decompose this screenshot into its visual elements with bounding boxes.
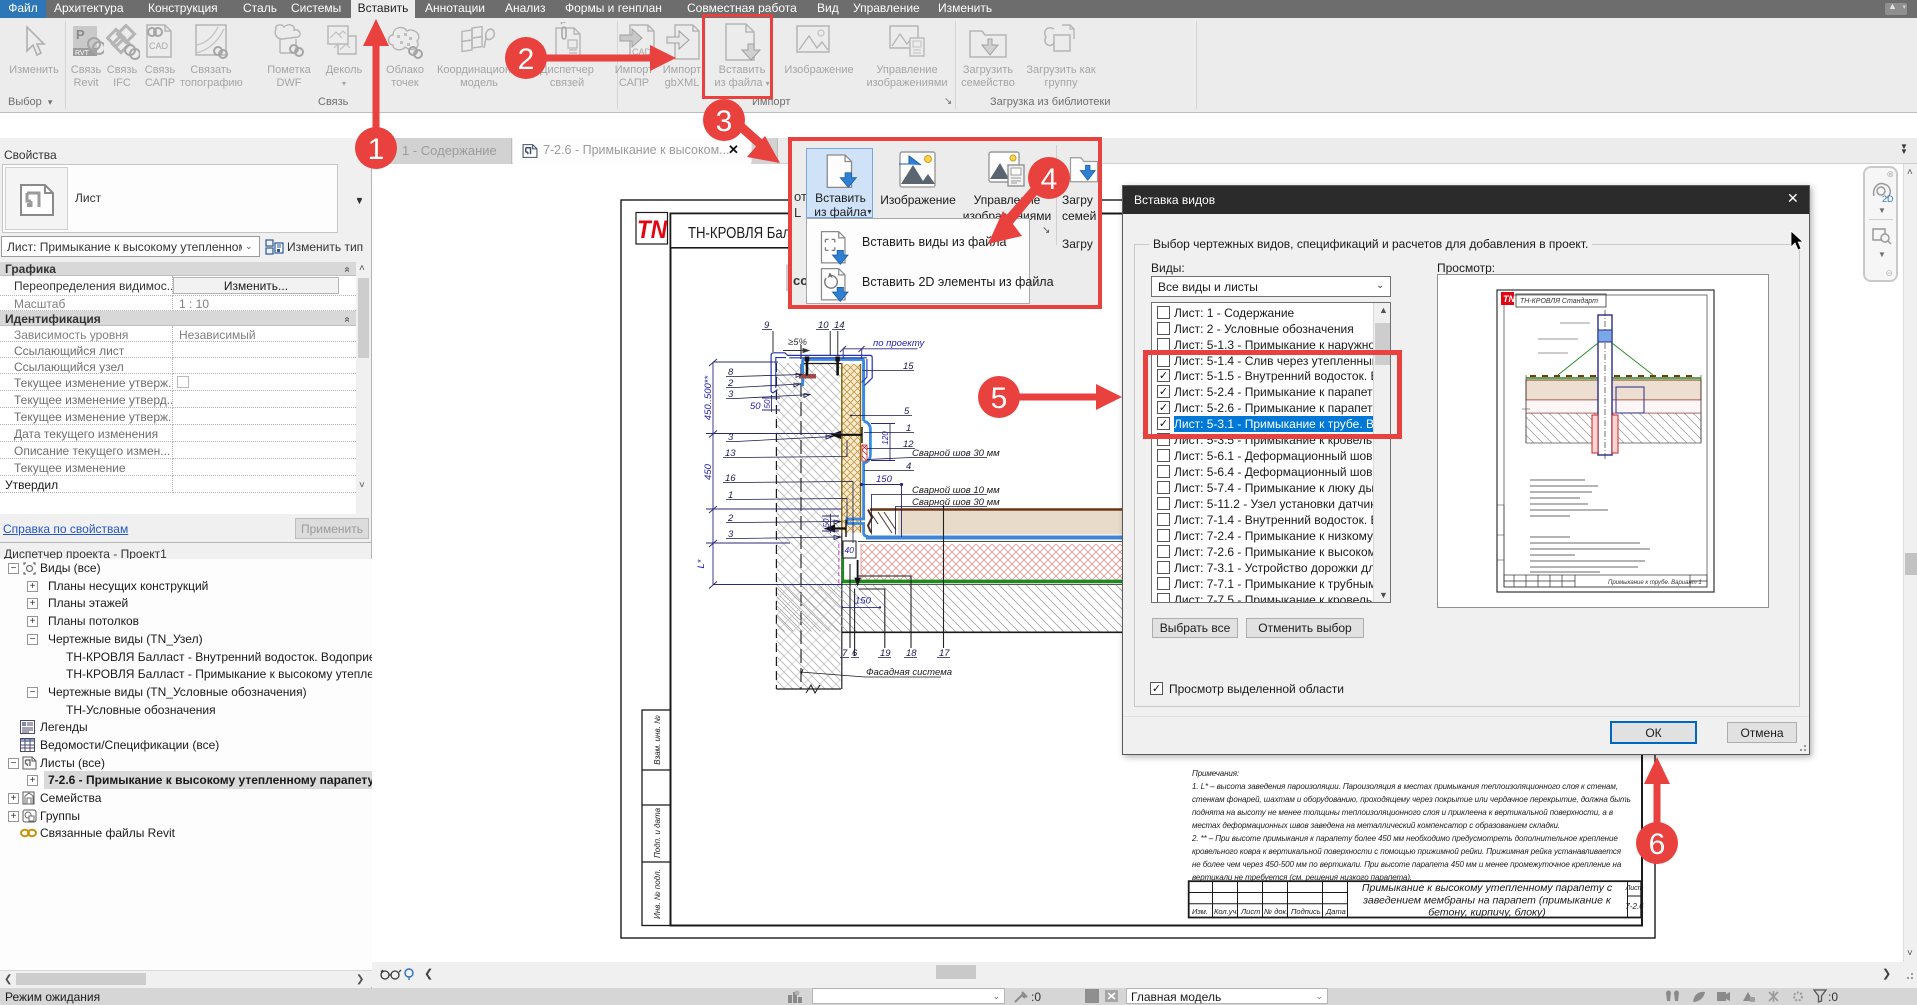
svg-text:не более чем через 450-500 мм: не более чем через 450-500 мм по вертика… xyxy=(1192,860,1622,869)
svg-text:местах деформационных швов зав: местах деформационных швов заведена на м… xyxy=(1192,821,1560,830)
svg-text:40: 40 xyxy=(845,545,855,555)
svg-text:150: 150 xyxy=(876,474,893,485)
svg-text:50: 50 xyxy=(822,518,831,527)
svg-text:Примечания:: Примечания: xyxy=(1192,769,1239,778)
svg-text:L*: L* xyxy=(696,559,707,568)
svg-text:CAD: CAD xyxy=(149,41,169,51)
svg-text:TN: TN xyxy=(637,216,668,244)
svg-text:1. L* – высота заведения парои: 1. L* – высота заведения пароизоляции. П… xyxy=(1192,782,1618,791)
svg-text:ТН-КРОВЛЯ Стандарт: ТН-КРОВЛЯ Стандарт xyxy=(1520,297,1598,305)
svg-text:Фасадная система: Фасадная система xyxy=(866,667,952,678)
svg-text:бетону, кирпичу, блоку): бетону, кирпичу, блоку) xyxy=(1428,907,1545,919)
svg-text:2. ** – При высоте примыкания: 2. ** – При высоте примыкания к парапету… xyxy=(1191,834,1618,843)
svg-text:50: 50 xyxy=(763,399,772,408)
svg-text:заведением мембраны на парапет: заведением мембраны на парапет (примыкан… xyxy=(1362,895,1612,907)
svg-text:стенкам фонарей, шахтам и обор: стенкам фонарей, шахтам и оборудованию, … xyxy=(1192,795,1631,804)
svg-text:TN: TN xyxy=(1503,294,1515,304)
svg-text:Подп. и дата: Подп. и дата xyxy=(653,807,662,858)
svg-text:CAD: CAD xyxy=(632,47,652,57)
svg-text:поднята на высоту не менее тол: поднята на высоту не менее толщины тепло… xyxy=(1192,808,1613,817)
svg-text:7-2.6: 7-2.6 xyxy=(1625,902,1644,911)
svg-text:по проекту: по проекту xyxy=(873,338,926,349)
svg-text:450..500**: 450..500** xyxy=(703,376,714,421)
svg-text:Лист: Лист xyxy=(1624,885,1643,892)
svg-text:№ док.: № док. xyxy=(1264,907,1288,916)
svg-text:А: А xyxy=(828,273,833,280)
svg-text:Взам. инв. №: Взам. инв. № xyxy=(653,715,662,765)
svg-text:Дата: Дата xyxy=(1325,907,1346,916)
svg-text:Изм.: Изм. xyxy=(1192,907,1208,916)
svg-text:Примыкание к трубе. Вариант 1: Примыкание к трубе. Вариант 1 xyxy=(1608,580,1702,586)
svg-text:120: 120 xyxy=(881,431,890,445)
svg-text:Примыкание к высокому утепленн: Примыкание к высокому утепленному парапе… xyxy=(1362,882,1613,894)
svg-text:50: 50 xyxy=(750,401,761,412)
svg-text:Кол.уч.: Кол.уч. xyxy=(1214,907,1238,916)
svg-text:150: 150 xyxy=(855,596,872,607)
svg-text:≥5%: ≥5% xyxy=(788,337,807,348)
svg-text:RVT: RVT xyxy=(75,50,90,57)
svg-text:Лист: Лист xyxy=(1240,907,1260,916)
svg-text:кровельного ковра к вертикальн: кровельного ковра к вертикальной поверхн… xyxy=(1192,847,1622,856)
svg-text:Подпись: Подпись xyxy=(1291,907,1321,916)
svg-text:450: 450 xyxy=(703,463,714,480)
svg-text:2D: 2D xyxy=(1882,194,1894,204)
svg-text:Инв. № подл.: Инв. № подл. xyxy=(653,869,662,919)
svg-text:P: P xyxy=(76,27,85,42)
